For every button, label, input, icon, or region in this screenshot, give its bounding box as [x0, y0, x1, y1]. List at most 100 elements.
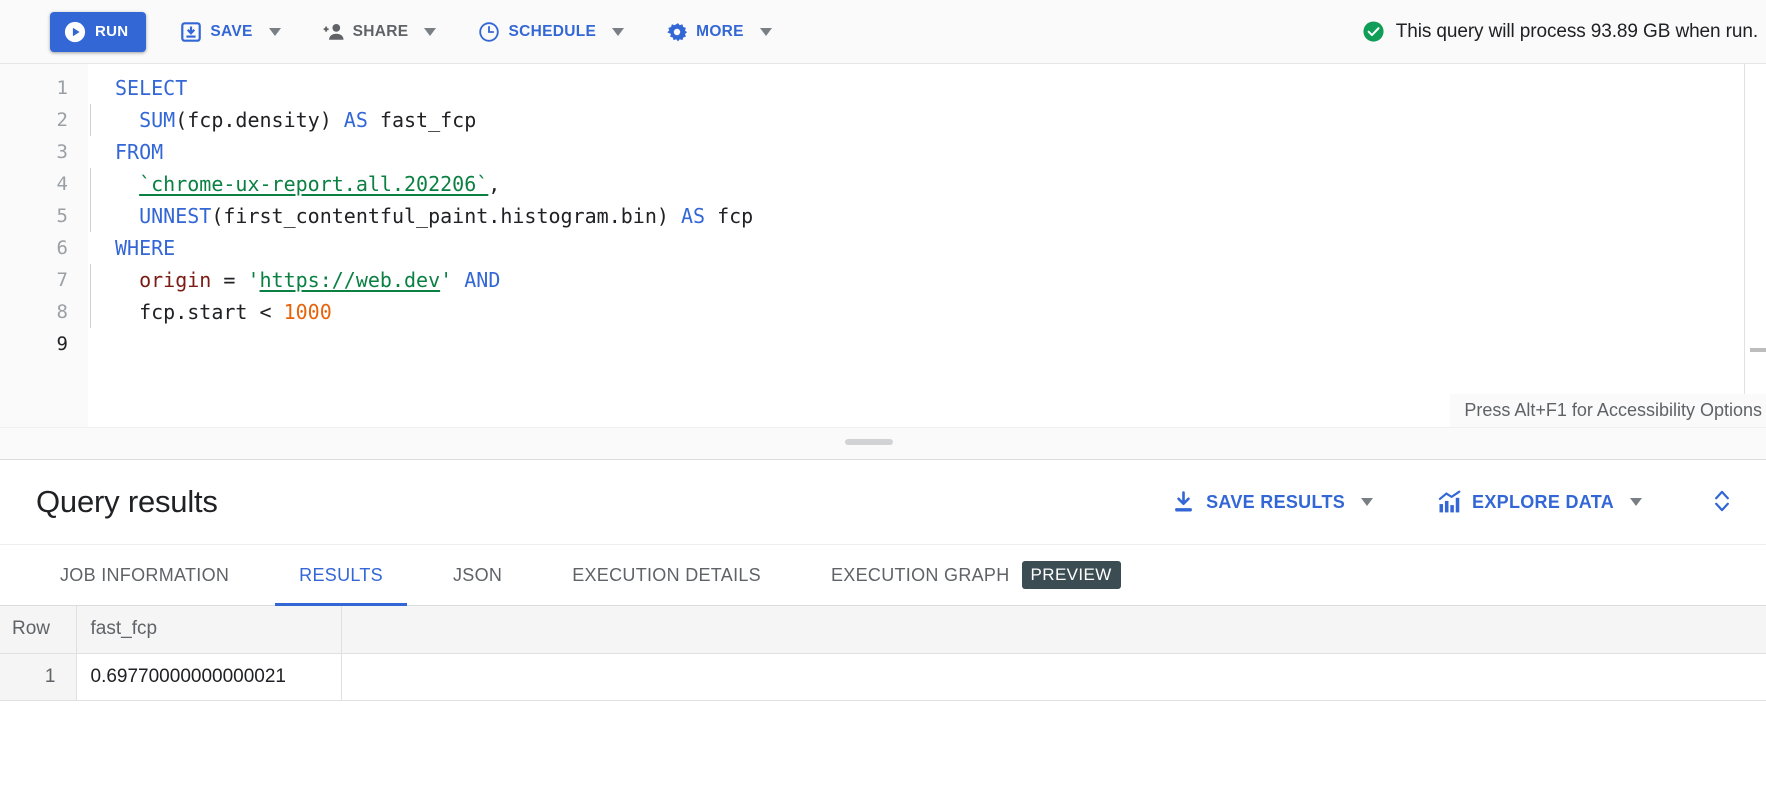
- editor-code-area[interactable]: SELECT SUM(fcp.density) AS fast_fcp FROM …: [88, 64, 1766, 427]
- download-icon: [1171, 490, 1196, 515]
- splitter-drag-handle[interactable]: [845, 439, 893, 445]
- code-token: (first_contentful_paint.histogram.bin): [211, 204, 681, 228]
- code-token: ': [247, 268, 260, 292]
- line-number: 3: [56, 141, 68, 163]
- line-number: 2: [56, 109, 68, 131]
- tab-job-information[interactable]: JOB INFORMATION: [36, 544, 253, 606]
- chevron-down-icon: [424, 27, 437, 36]
- explore-data-label: EXPLORE DATA: [1472, 491, 1614, 512]
- code-token: =: [211, 268, 248, 292]
- cell-filler: [341, 653, 1766, 701]
- column-header-fast-fcp[interactable]: fast_fcp: [76, 606, 342, 654]
- chevron-down-icon: [612, 27, 625, 36]
- schedule-button-label: SCHEDULE: [508, 22, 597, 40]
- cell-fast-fcp[interactable]: 0.69770000000000021: [76, 653, 342, 701]
- panel-splitter[interactable]: [0, 428, 1766, 460]
- code-line: UNNEST(first_contentful_paint.histogram.…: [88, 200, 1766, 232]
- more-button-label: MORE: [696, 22, 744, 40]
- chart-trend-icon: [1437, 490, 1462, 515]
- gear-icon: [666, 21, 688, 43]
- code-token: ,: [488, 172, 501, 196]
- query-cost-status: This query will process 93.89 GB when ru…: [1362, 20, 1758, 43]
- clock-icon: [478, 21, 500, 43]
- line-number: 6: [56, 237, 68, 259]
- tab-label: JSON: [452, 564, 503, 585]
- code-token: origin: [139, 268, 212, 292]
- code-line: `chrome-ux-report.all.202206`,: [88, 168, 1766, 200]
- results-table-body: 1 0.69770000000000021: [0, 653, 1766, 701]
- chevron-down-icon: [759, 27, 772, 36]
- code-token: FROM: [115, 140, 164, 164]
- preview-badge: PREVIEW: [1021, 561, 1121, 589]
- code-token: fcp.start <: [115, 300, 284, 324]
- tab-execution-graph[interactable]: EXECUTION GRAPH PREVIEW: [807, 544, 1145, 606]
- results-header: Query results SAVE RESULTS EXPLORE DATA: [0, 460, 1766, 544]
- save-results-label: SAVE RESULTS: [1206, 491, 1346, 512]
- sql-editor[interactable]: 1 2 3 4 5 6 7 8 9 SELECT SUM(fcp.density) AS fas…: [0, 64, 1766, 428]
- code-token: UNNEST: [139, 204, 212, 228]
- tab-label: EXECUTION DETAILS: [572, 564, 761, 585]
- results-table-head: Row fast_fcp: [0, 606, 1766, 654]
- code-line: FROM: [88, 136, 1766, 168]
- chevron-down-icon: [1630, 498, 1642, 506]
- more-button[interactable]: MORE: [658, 12, 780, 52]
- line-number: 7: [56, 269, 68, 291]
- code-token: AND: [464, 268, 501, 292]
- code-token: fcp: [705, 204, 754, 228]
- save-download-icon: [180, 21, 202, 43]
- person-add-icon: [323, 21, 345, 43]
- code-token: WHERE: [115, 236, 176, 260]
- code-token: AS: [343, 108, 368, 132]
- code-token: https://web.dev: [259, 268, 441, 292]
- tab-execution-details[interactable]: EXECUTION DETAILS: [548, 544, 785, 606]
- code-token: fast_fcp: [367, 108, 477, 132]
- save-results-button[interactable]: SAVE RESULTS: [1161, 490, 1383, 515]
- editor-right-divider: [1744, 64, 1745, 427]
- run-button[interactable]: RUN: [50, 11, 147, 52]
- editor-minimap-marker: [1750, 348, 1766, 352]
- save-button-label: SAVE: [210, 22, 253, 40]
- code-token: `chrome-ux-report.all.202206`: [139, 172, 489, 196]
- code-line: SELECT: [88, 72, 1766, 104]
- results-title: Query results: [36, 484, 218, 519]
- line-number: 8: [56, 301, 68, 323]
- cell-row-index: 1: [0, 653, 77, 701]
- tab-label: JOB INFORMATION: [60, 564, 230, 585]
- play-circle-icon: [64, 21, 86, 43]
- table-row[interactable]: 1 0.69770000000000021: [0, 653, 1766, 701]
- save-button[interactable]: SAVE: [172, 12, 288, 52]
- tab-results[interactable]: RESULTS: [275, 544, 407, 606]
- expand-collapse-toggle[interactable]: [1698, 487, 1746, 518]
- chevron-down-icon: [1361, 498, 1374, 506]
- tab-json[interactable]: JSON: [429, 544, 526, 606]
- code-token: SELECT: [115, 76, 188, 100]
- code-token: AS: [680, 204, 706, 228]
- editor-line-number-gutter: 1 2 3 4 5 6 7 8 9: [0, 64, 88, 427]
- query-toolbar: RUN SAVE SHARE SCHEDULE MORE This query …: [0, 0, 1766, 64]
- run-button-label: RUN: [95, 23, 129, 40]
- code-line: fcp.start < 1000: [88, 296, 1766, 328]
- tab-label: EXECUTION GRAPH: [831, 564, 1010, 585]
- line-number: 4: [56, 173, 68, 195]
- line-number: 5: [56, 205, 68, 227]
- results-actions: SAVE RESULTS EXPLORE DATA: [1117, 487, 1746, 518]
- code-token: SUM: [139, 108, 176, 132]
- accessibility-hint: Press Alt+F1 for Accessibility Options: [1450, 394, 1766, 427]
- tab-label: RESULTS: [299, 564, 383, 585]
- schedule-button[interactable]: SCHEDULE: [470, 12, 632, 52]
- explore-data-button[interactable]: EXPLORE DATA: [1427, 490, 1652, 515]
- column-header-row[interactable]: Row: [0, 606, 77, 654]
- code-token: 1000: [283, 300, 332, 324]
- line-number: 9: [56, 333, 68, 355]
- chevron-down-icon: [268, 27, 281, 36]
- line-number: 1: [56, 77, 68, 99]
- code-line: origin = 'https://web.dev' AND: [88, 264, 1766, 296]
- column-header-filler: [341, 606, 1766, 654]
- share-button[interactable]: SHARE: [315, 12, 445, 52]
